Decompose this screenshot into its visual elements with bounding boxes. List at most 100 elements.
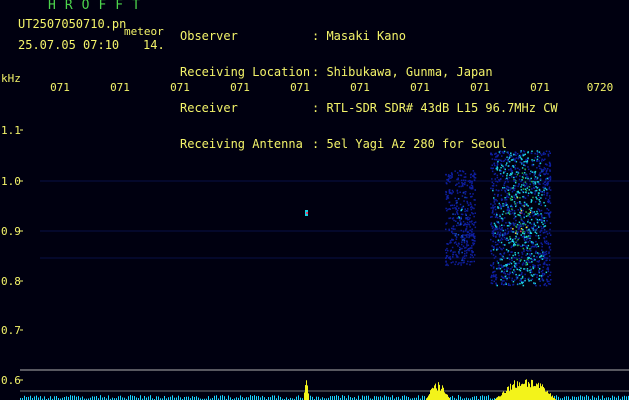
- echo-pixel: [465, 255, 468, 257]
- echo-pixel: [492, 240, 494, 243]
- amplitude-trace-bar: [503, 391, 504, 400]
- echo-pixel: [511, 271, 514, 274]
- echo-pixel: [538, 268, 541, 270]
- echo-pixel: [534, 201, 537, 203]
- echo-pixel: [534, 231, 537, 233]
- echo-pixel: [504, 273, 507, 275]
- echo-pixel: [499, 232, 502, 234]
- echo-pixel: [534, 157, 537, 159]
- echo-pixel: [513, 196, 516, 199]
- noise-trace-bar: [568, 396, 569, 400]
- echo-pixel: [540, 213, 542, 215]
- echo-pixel: [501, 224, 503, 226]
- echo-pixel: [544, 183, 546, 186]
- echo-pixel: [461, 259, 463, 262]
- echo-pixel: [508, 154, 511, 156]
- echo-pixel: [451, 238, 453, 241]
- echo-pixel: [527, 225, 529, 227]
- echo-pixel: [518, 226, 521, 229]
- echo-pixel: [501, 280, 504, 282]
- echo-pixel: [493, 193, 496, 196]
- echo-pixel: [518, 257, 521, 260]
- echo-pixel: [514, 164, 516, 167]
- echo-pixel: [529, 248, 531, 250]
- noise-trace-bar: [258, 395, 259, 400]
- noise-trace-bar: [580, 395, 581, 400]
- echo-pixel: [519, 207, 521, 209]
- echo-pixel: [518, 266, 521, 269]
- noise-trace-bar: [310, 395, 311, 400]
- echo-pixel: [538, 173, 541, 176]
- echo-pixel: [507, 283, 510, 285]
- echo-pixel: [529, 237, 531, 240]
- echo-pixel: [457, 198, 460, 200]
- echo-pixel: [522, 191, 525, 194]
- echo-pixel: [466, 226, 468, 228]
- echo-pixel: [513, 153, 515, 156]
- echo-pixel: [458, 251, 460, 253]
- echo-pixel: [522, 232, 524, 235]
- echo-pixel: [461, 241, 463, 243]
- echo-pixel: [537, 235, 540, 237]
- echo-pixel: [524, 273, 526, 276]
- echo-pixel: [546, 233, 549, 235]
- echo-pixel: [529, 173, 531, 175]
- echo-pixel: [467, 244, 470, 246]
- amplitude-trace-bar: [308, 393, 309, 400]
- echo-pixel: [512, 189, 515, 191]
- echo-pixel: [541, 258, 544, 260]
- echo-pixel: [469, 226, 471, 228]
- echo-pixel: [501, 234, 504, 236]
- echo-pixel: [518, 274, 521, 276]
- echo-pixel: [504, 244, 506, 246]
- echo-pixel: [523, 215, 525, 218]
- echo-pixel: [514, 252, 516, 254]
- echo-pixel: [520, 245, 522, 247]
- echo-pixel: [511, 170, 514, 172]
- echo-pixel: [506, 225, 509, 227]
- noise-trace-bar: [588, 396, 589, 400]
- echo-pixel: [516, 173, 519, 176]
- echo-pixel: [454, 234, 457, 237]
- echo-pixel: [519, 154, 522, 157]
- echo-pixel: [537, 245, 540, 248]
- echo-pixel: [539, 231, 541, 233]
- echo-pixel: [466, 200, 468, 203]
- echo-pixel: [526, 253, 529, 255]
- echo-pixel: [548, 150, 551, 153]
- echo-pixel: [549, 222, 552, 224]
- echo-pixel: [493, 158, 496, 161]
- noise-trace-bar: [262, 395, 263, 400]
- echo-pixel: [497, 231, 499, 234]
- echo-pixel: [470, 208, 473, 211]
- echo-pixel: [491, 158, 494, 160]
- echo-pixel: [509, 236, 511, 238]
- echo-pixel: [549, 274, 551, 276]
- echo-pixel: [549, 259, 551, 261]
- echo-pixel: [456, 209, 459, 212]
- echo-pixel: [541, 221, 543, 224]
- noise-trace-bar: [458, 395, 459, 400]
- echo-pixel: [544, 240, 546, 242]
- echo-pixel: [460, 179, 463, 182]
- echo-pixel: [520, 224, 522, 226]
- amplitude-trace-bar: [510, 383, 511, 400]
- echo-pixel: [515, 230, 518, 232]
- echo-pixel: [463, 176, 466, 178]
- echo-pixel: [494, 255, 497, 258]
- echo-pixel: [537, 192, 540, 194]
- echo-pixel: [505, 187, 507, 190]
- echo-pixel: [524, 223, 526, 226]
- noise-trace-bar: [24, 395, 25, 400]
- echo-pixel: [464, 181, 466, 184]
- echo-pixel: [514, 254, 517, 256]
- echo-pixel: [537, 264, 539, 267]
- echo-pixel: [548, 283, 550, 285]
- echo-pixel: [455, 200, 457, 202]
- echo-pixel: [548, 251, 550, 253]
- echo-pixel: [544, 231, 546, 234]
- echo-pixel: [470, 250, 473, 252]
- noise-trace-bar: [298, 395, 299, 400]
- meteor-echo-0: [445, 170, 477, 267]
- echo-pixel: [507, 152, 509, 154]
